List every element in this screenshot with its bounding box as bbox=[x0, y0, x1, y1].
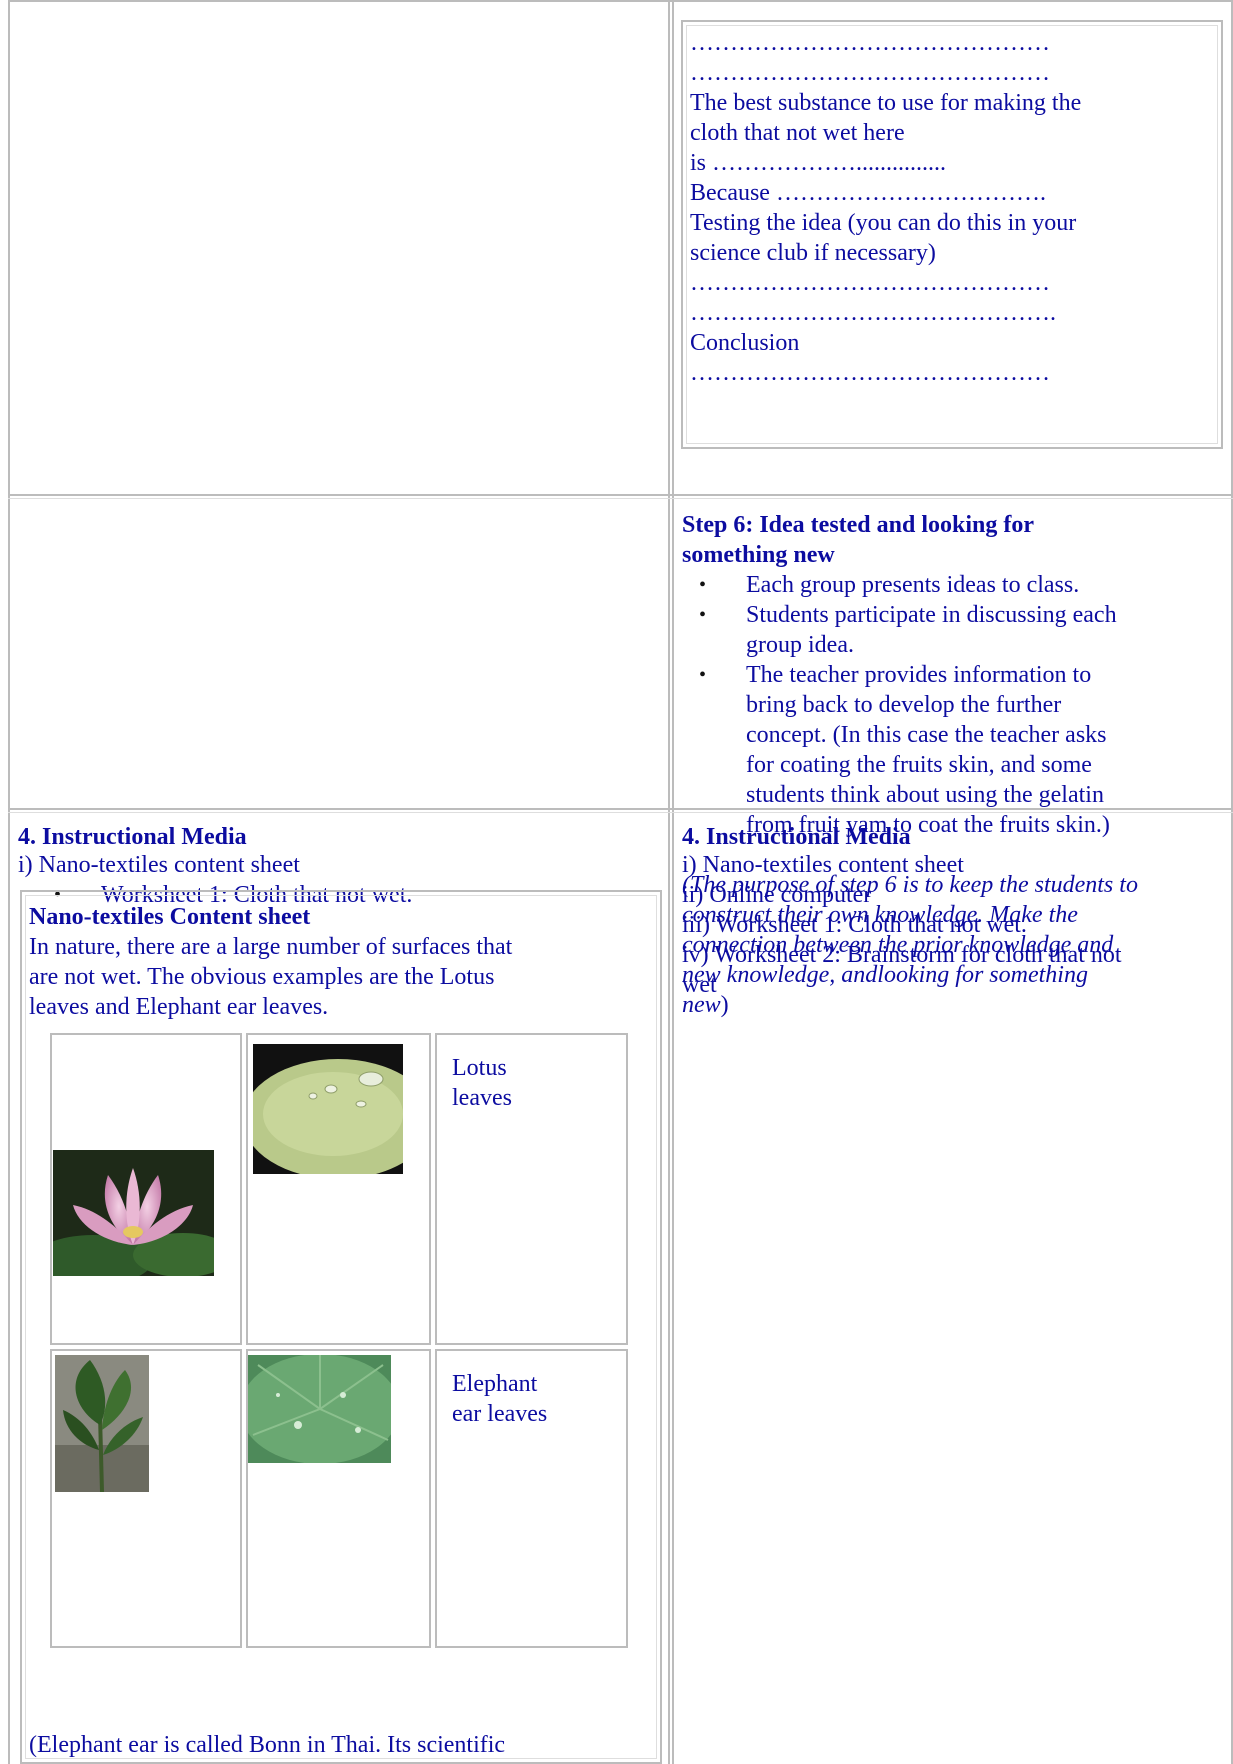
media-item: wet bbox=[682, 972, 717, 998]
list-item: • The teacher provides information to brin… bbox=[699, 662, 1110, 838]
lotus-label: Lotus bbox=[452, 1055, 507, 1081]
elephant-ear-plant-image bbox=[55, 1355, 149, 1492]
content-sheet-body: In nature, there are a large number of s… bbox=[29, 934, 513, 960]
step6-title: something new bbox=[682, 542, 835, 568]
list-item: • Students participate in discussing each… bbox=[699, 602, 1117, 658]
testing-text: science club if necessary) bbox=[690, 240, 936, 266]
content-sheet-footer: (Elephant ear is called Bonn in Thai. It… bbox=[29, 1732, 506, 1758]
media-item: i) Nano-textiles content sheet bbox=[18, 852, 300, 878]
step6-list: • Each group presents ideas to class. • St… bbox=[682, 570, 1227, 840]
row-divider-1 bbox=[8, 494, 1233, 496]
content-sheet-body: are not wet. The obvious examples are th… bbox=[29, 964, 495, 990]
section-heading: 4. Instructional Media bbox=[18, 824, 247, 850]
best-substance-text: The best substance to use for making the bbox=[690, 90, 1082, 116]
table-cell: Lotus leaves bbox=[435, 1033, 628, 1345]
media-item: iv) Worksheet 2: Brainstorm for cloth th… bbox=[682, 942, 1122, 968]
table-border-mid-right bbox=[672, 0, 674, 1764]
lotus-flower-image bbox=[53, 1150, 214, 1276]
row-divider-1b bbox=[8, 498, 1233, 499]
elephant-ear-leaf-image bbox=[248, 1355, 391, 1463]
lotus-leaf-image bbox=[253, 1044, 403, 1174]
lotus-label: leaves bbox=[452, 1085, 512, 1111]
is-line: is ………………............... bbox=[690, 150, 947, 176]
conclusion-label: Conclusion bbox=[690, 330, 800, 356]
bullet-icon: • bbox=[699, 664, 707, 686]
leaf-image-table: Lotus leaves Elephant ear leaves bbox=[50, 1033, 628, 1648]
dotted-line: ……………………………………… bbox=[690, 360, 1050, 386]
best-substance-text: cloth that not wet here bbox=[690, 120, 905, 146]
step6-title: Step 6: Idea tested and looking for bbox=[682, 512, 1035, 538]
list-item: • Each group presents ideas to class. bbox=[699, 572, 1080, 598]
bullet-icon: • bbox=[699, 574, 707, 596]
bullet-icon: • bbox=[699, 604, 707, 626]
testing-text: Testing the idea (you can do this in you… bbox=[690, 210, 1077, 236]
media-item: ii) Online computer bbox=[682, 882, 872, 908]
table-cell: Elephant ear leaves bbox=[435, 1349, 628, 1648]
section-heading: 4. Instructional Media bbox=[682, 824, 911, 850]
content-sheet-body: leaves and Elephant ear leaves. bbox=[29, 994, 329, 1020]
dotted-line: ……………………………………… bbox=[690, 30, 1050, 56]
table-border-mid-left bbox=[668, 0, 670, 1764]
dotted-line: ………………………………………. bbox=[690, 300, 1056, 326]
media-item: i) Nano-textiles content sheet bbox=[682, 852, 964, 878]
content-sheet-text: Nano-textiles Content sheet In nature, t… bbox=[29, 902, 649, 1022]
media-item: iii) Worksheet 1: Cloth that not wet. bbox=[682, 912, 1027, 938]
worksheet-answer-text: ……………………………………… ……………………………………… The best… bbox=[690, 28, 1215, 388]
table-border-top bbox=[8, 0, 1233, 2]
content-sheet-title: Nano-textiles Content sheet bbox=[29, 904, 311, 930]
dotted-line: ……………………………………… bbox=[690, 270, 1050, 296]
dotted-line: ……………………………………… bbox=[690, 60, 1050, 86]
table-border-left bbox=[8, 0, 10, 1764]
because-line: Because ……………………………. bbox=[690, 180, 1046, 206]
elephant-ear-label: Elephant bbox=[452, 1371, 538, 1397]
elephant-ear-label: ear leaves bbox=[452, 1401, 548, 1427]
right-media-section: 4. Instructional Media i) Nano-textiles … bbox=[682, 822, 1227, 1000]
